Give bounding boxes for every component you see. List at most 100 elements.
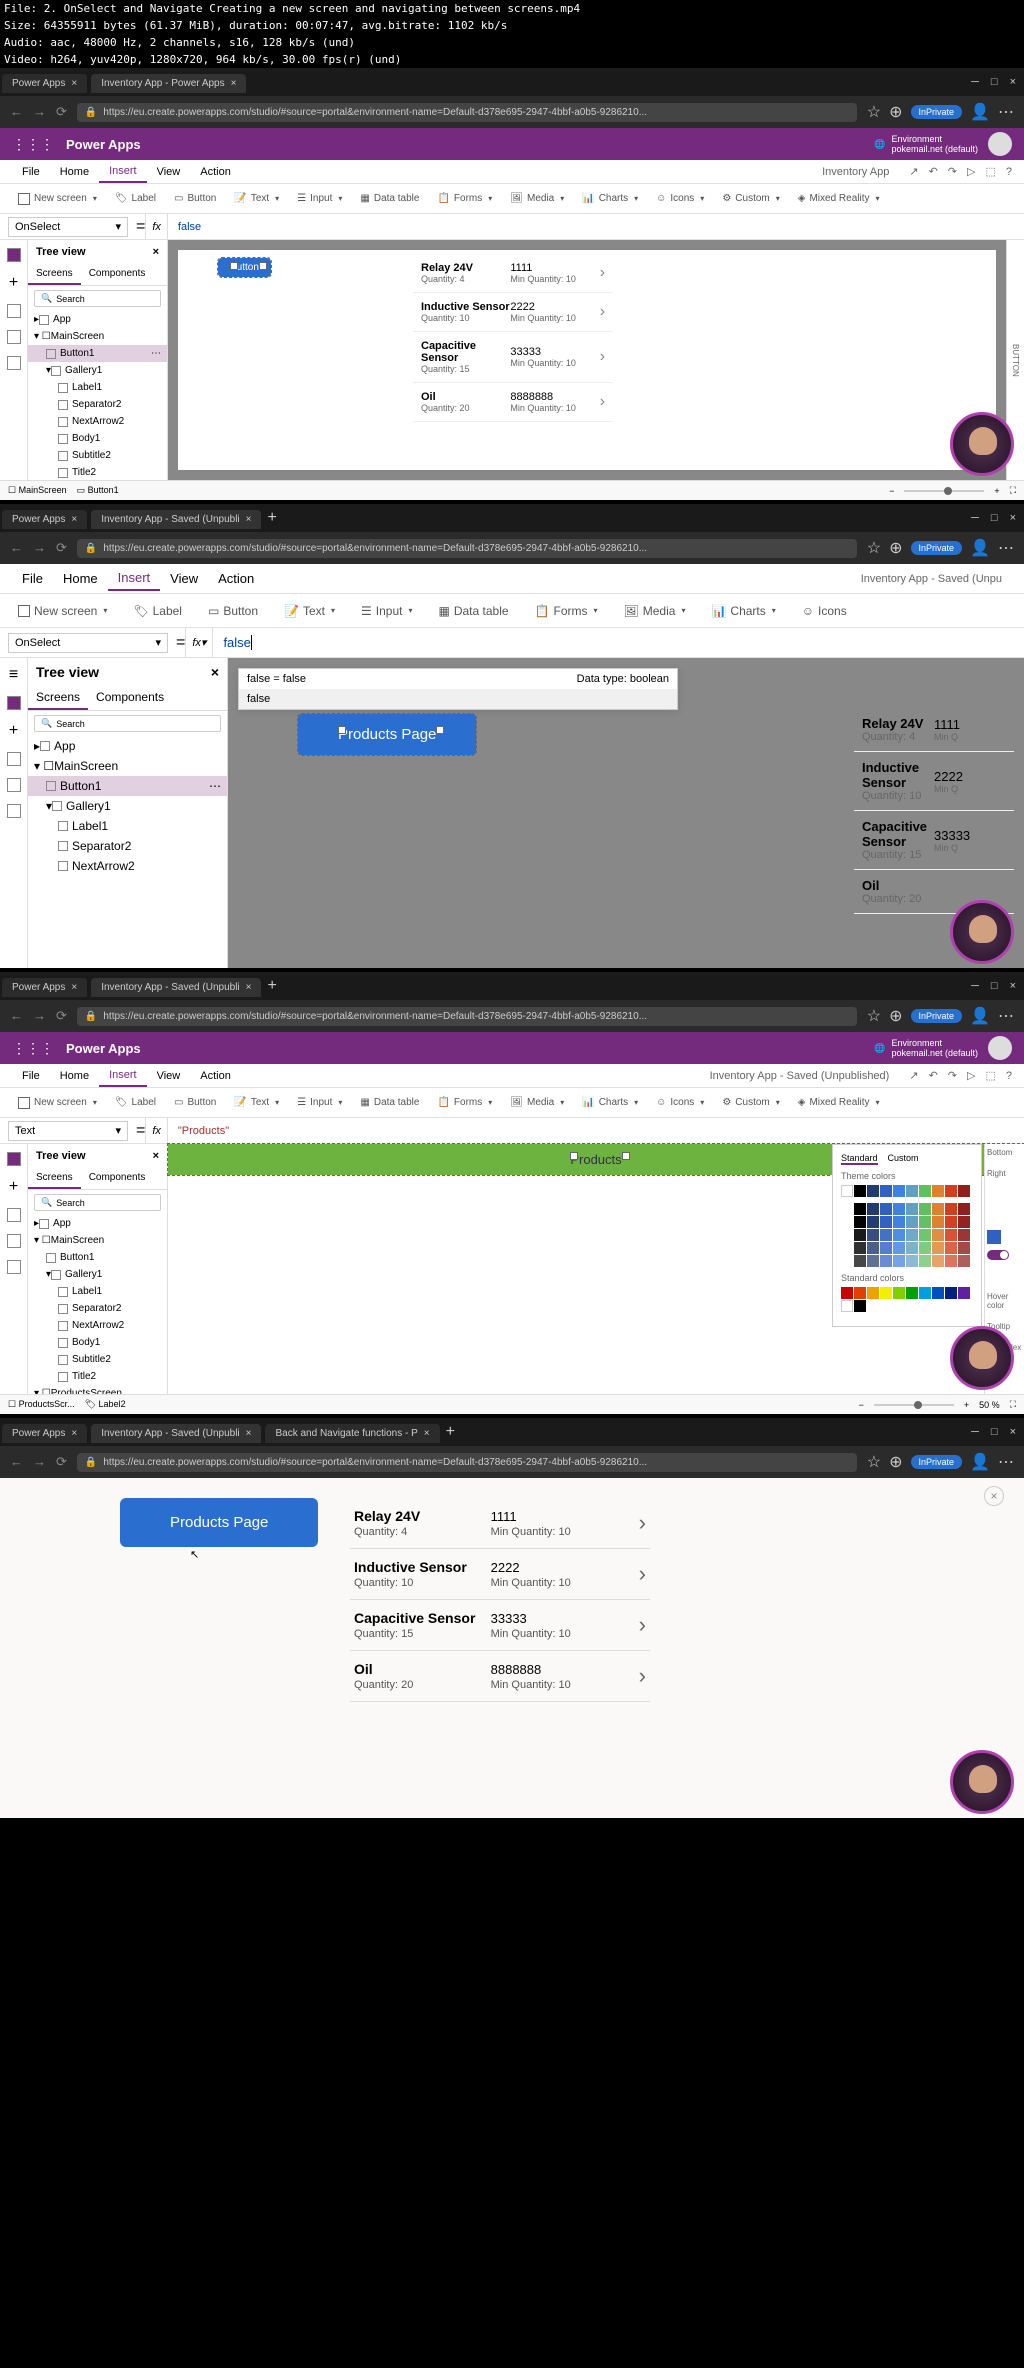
undo-icon[interactable]: ↶ [929,1069,938,1082]
color-swatch[interactable] [932,1229,944,1241]
collections-icon[interactable]: ⊕ [889,1006,902,1026]
color-swatch[interactable] [880,1216,892,1228]
color-swatch[interactable] [958,1185,970,1197]
label-button[interactable]: 🏷 Label [127,600,188,622]
media-button[interactable]: 🖼 Media [618,600,692,622]
forward-icon[interactable]: → [33,540,46,556]
list-item[interactable]: Inductive SensorQuantity: 102222Min Quan… [350,1549,650,1600]
forward-icon[interactable]: → [33,1008,46,1024]
text-button[interactable]: 📝 Text [228,1093,285,1112]
canvas[interactable]: Button Relay 24VQuantity: 41111Min Quant… [168,240,1006,480]
tree-search[interactable]: 🔍 Search [34,1194,161,1211]
waffle-icon[interactable]: ⋮⋮⋮ [12,136,54,153]
publish-icon[interactable]: ⬚ [985,1069,995,1082]
mixed-reality-button[interactable]: ◈ Mixed Reality [792,1093,886,1112]
close-icon[interactable]: × [153,246,159,258]
tree-subtitle2[interactable]: Subtitle2 [28,447,167,464]
toggle-switch[interactable] [987,1250,1009,1260]
menu-view[interactable]: View [147,162,191,182]
menu-file[interactable]: File [12,1066,50,1086]
menu-insert[interactable]: Insert [99,161,147,183]
new-tab-icon[interactable]: + [267,977,276,995]
color-swatch[interactable] [867,1287,879,1299]
color-swatch[interactable] [919,1229,931,1241]
cp-tab-standard[interactable]: Standard [841,1153,878,1165]
tree-icon[interactable] [7,1152,21,1166]
prop-right[interactable]: Right [987,1169,1022,1178]
color-swatch[interactable] [893,1242,905,1254]
color-swatch[interactable] [880,1229,892,1241]
tree-icon[interactable] [7,696,21,710]
tab-powerapps[interactable]: Power Apps× [2,978,87,997]
close-icon[interactable]: × [71,982,77,993]
preview-screen[interactable]: × Products Page ↖ Relay 24VQuantity: 411… [0,1478,1024,1818]
chevron-right-icon[interactable]: › [639,1663,646,1689]
breadcrumb-screen[interactable]: MainScreen [19,485,67,495]
minimize-icon[interactable]: ─ [971,980,979,992]
color-swatch[interactable] [958,1242,970,1254]
profile-icon[interactable]: 👤 [970,538,990,558]
minimize-icon[interactable]: ─ [971,512,979,524]
menu-home[interactable]: Home [53,567,108,590]
list-item[interactable]: Capacitive SensorQuantity: 1533333Min Qu… [413,332,613,383]
color-swatch[interactable] [841,1203,853,1215]
menu-icon[interactable]: ⋯ [998,102,1014,122]
tree-gallery1[interactable]: ▾ Gallery1 [28,1266,167,1283]
back-icon[interactable]: ← [10,1454,23,1470]
maximize-icon[interactable]: □ [991,980,998,992]
zoom-out-icon[interactable]: − [859,1400,864,1410]
list-item[interactable]: Capacitive SensorQuantity: 1533333Min Q [854,811,1014,870]
new-screen-button[interactable]: New screen [12,1093,103,1113]
color-swatch[interactable] [841,1185,853,1197]
url-input[interactable]: 🔒https://eu.create.powerapps.com/studio/… [77,539,857,558]
media-rail-icon[interactable] [7,1234,21,1248]
color-swatch[interactable] [854,1229,866,1241]
charts-button[interactable]: 📊 Charts [576,189,644,208]
minimize-icon[interactable]: ─ [971,76,979,88]
chevron-right-icon[interactable]: › [600,303,605,321]
tab-inventory[interactable]: Inventory App - Power Apps× [91,74,246,93]
tab-screens[interactable]: Screens [28,264,81,285]
color-swatch[interactable] [958,1255,970,1267]
color-swatch[interactable] [854,1242,866,1254]
tab-inventory[interactable]: Inventory App - Saved (Unpubli× [91,1424,261,1443]
plus-icon[interactable]: + [9,1178,18,1196]
forward-icon[interactable]: → [33,104,46,120]
color-swatch[interactable] [841,1255,853,1267]
color-swatch[interactable] [867,1216,879,1228]
menu-action[interactable]: Action [208,567,264,590]
tree-subtitle2[interactable]: Subtitle2 [28,1351,167,1368]
favorite-icon[interactable]: ☆ [867,102,881,122]
color-swatch[interactable] [919,1255,931,1267]
refresh-icon[interactable]: ⟳ [56,1454,67,1470]
menu-action[interactable]: Action [190,1066,241,1086]
color-swatch[interactable] [958,1203,970,1215]
close-icon[interactable]: × [211,664,219,680]
forms-button[interactable]: 📋 Forms [431,189,498,208]
tools-icon[interactable] [7,804,21,818]
plus-icon[interactable]: + [9,274,18,292]
color-swatch[interactable] [893,1229,905,1241]
close-icon[interactable]: × [153,1150,159,1162]
menu-insert[interactable]: Insert [108,566,161,591]
tree-nextarrow2[interactable]: NextArrow2 [28,413,167,430]
list-item[interactable]: Inductive SensorQuantity: 102222Min Q [854,752,1014,811]
color-swatch[interactable] [841,1216,853,1228]
menu-view[interactable]: View [147,1066,191,1086]
zoom-slider[interactable] [904,490,984,492]
color-swatch[interactable] [919,1203,931,1215]
label-button[interactable]: 🏷 Label [109,189,162,208]
gallery[interactable]: Relay 24VQuantity: 41111Min Quantity: 10… [350,1498,650,1702]
tab-components[interactable]: Components [88,686,172,710]
color-swatch[interactable] [854,1255,866,1267]
waffle-icon[interactable]: ⋮⋮⋮ [12,1040,54,1057]
menu-icon[interactable]: ⋯ [998,1452,1014,1472]
color-swatch[interactable] [880,1287,892,1299]
input-button[interactable]: ☰ Input [291,189,348,208]
data-icon[interactable] [7,304,21,318]
data-table-button[interactable]: ▦ Data table [354,1093,425,1112]
redo-icon[interactable]: ↷ [948,1069,957,1082]
color-swatch[interactable] [919,1287,931,1299]
color-swatch[interactable] [919,1185,931,1197]
maximize-icon[interactable]: □ [991,512,998,524]
